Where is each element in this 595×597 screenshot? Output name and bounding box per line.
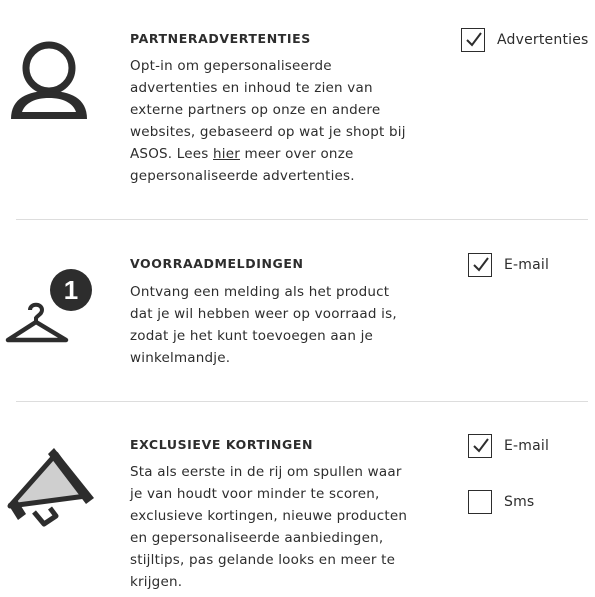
checkbox-box[interactable]: [461, 28, 485, 52]
section-description: Opt-in om gepersonaliseerde advertenties…: [130, 58, 406, 184]
checkmark-icon: [466, 32, 482, 47]
hanger-icon: 1: [4, 266, 96, 350]
divider: [16, 219, 588, 220]
checkmark-icon: [473, 257, 489, 272]
advertenties-checkbox[interactable]: Advertenties: [461, 28, 589, 52]
checkbox-label: Advertenties: [497, 32, 589, 48]
checkbox-label: E-mail: [504, 257, 550, 273]
section-description: Sta als eerste in de rij om spullen waar…: [130, 464, 408, 590]
checkbox-label: E-mail: [504, 438, 550, 454]
checkmark-icon: [473, 438, 489, 453]
megaphone-icon: [4, 444, 96, 532]
discount-email-checkbox[interactable]: E-mail: [468, 434, 549, 458]
section-title: PARTNERADVERTENTIES: [130, 31, 311, 46]
checkbox-label: Sms: [504, 494, 535, 510]
checkbox-box[interactable]: [468, 434, 492, 458]
checkbox-box[interactable]: [468, 253, 492, 277]
read-more-link[interactable]: hier: [213, 146, 240, 162]
section-title: VOORRAADMELDINGEN: [130, 256, 304, 271]
checkbox-box[interactable]: [468, 490, 492, 514]
discount-sms-checkbox[interactable]: Sms: [468, 490, 534, 514]
stock-email-checkbox[interactable]: E-mail: [468, 253, 549, 277]
badge-number: 1: [64, 275, 78, 305]
section-title: EXCLUSIEVE KORTINGEN: [130, 437, 314, 452]
section-description: Ontvang een melding als het product dat …: [130, 284, 397, 366]
person-icon: [8, 40, 88, 126]
divider: [16, 401, 588, 402]
